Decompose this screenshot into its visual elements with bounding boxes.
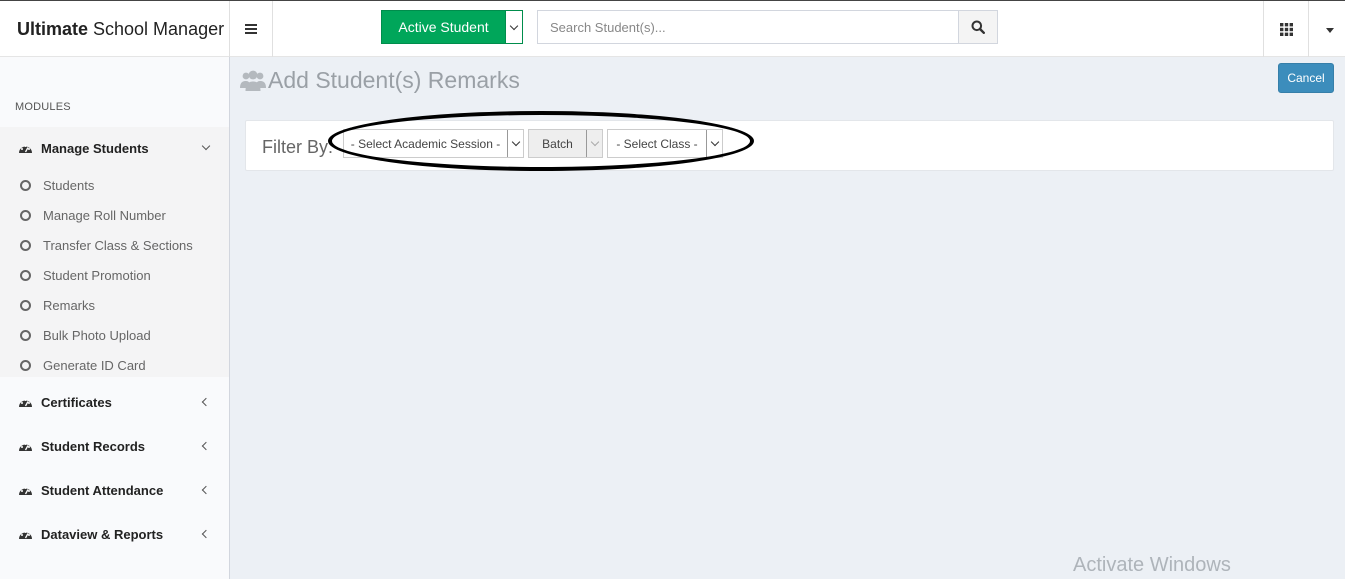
apps-menu-button[interactable]: [1263, 1, 1309, 57]
chevron-down-icon: [509, 21, 519, 30]
brand-bold: Ultimate: [17, 18, 89, 39]
sidebar-item-label: Dataview & Reports: [41, 526, 164, 542]
sidebar-item-label: Student Records: [41, 438, 146, 454]
subitem-label: Bulk Photo Upload: [43, 327, 151, 343]
sidebar-subitem-remarks[interactable]: Remarks: [20, 294, 220, 316]
windows-activation-watermark: Activate Windows: [1073, 554, 1231, 576]
filter-label: Filter By:: [262, 137, 334, 157]
sidebar-subitem-student-promotion[interactable]: Student Promotion: [20, 264, 220, 286]
search-button[interactable]: [959, 10, 998, 44]
dashboard-icon: [19, 443, 32, 451]
users-icon: [240, 70, 266, 91]
active-student-button-group: Active Student: [381, 10, 523, 44]
subitem-label: Manage Roll Number: [43, 207, 166, 223]
chevron-left-icon: [201, 529, 211, 539]
chevron-down-icon: [201, 141, 211, 151]
highlight-oval-annotation: [328, 111, 754, 171]
subitem-label: Remarks: [43, 297, 96, 313]
modules-header: MODULES: [15, 101, 71, 113]
search-input[interactable]: [537, 10, 959, 44]
sidebar-item-certificates[interactable]: Certificates: [0, 387, 229, 417]
subitem-label: Transfer Class & Sections: [43, 237, 193, 253]
circle-icon: [20, 359, 31, 371]
subitem-label: Students: [43, 177, 95, 193]
caret-down-icon: [1325, 27, 1334, 33]
page-title-text: Add Student(s) Remarks: [268, 67, 520, 93]
sidebar-subitem-generate-id-card[interactable]: Generate ID Card: [20, 354, 220, 376]
circle-icon: [20, 179, 31, 191]
sidebar: MODULES Manage Students Students Manage …: [0, 57, 230, 579]
sidebar-item-label: Certificates: [41, 394, 112, 410]
sidebar-item-dataview-reports[interactable]: Dataview & Reports: [0, 519, 229, 549]
sidebar-subitem-bulk-photo-upload[interactable]: Bulk Photo Upload: [20, 324, 220, 346]
dashboard-icon: [19, 531, 32, 539]
chevron-left-icon: [201, 397, 211, 407]
subitem-label: Generate ID Card: [43, 357, 146, 373]
user-menu-toggle[interactable]: [1310, 1, 1345, 57]
chevron-left-icon: [201, 441, 211, 451]
hamburger-icon: [245, 28, 257, 30]
sidebar-subitem-manage-roll-number[interactable]: Manage Roll Number: [20, 204, 220, 226]
sidebar-item-manage-students[interactable]: Manage Students: [0, 133, 229, 163]
cancel-button[interactable]: Cancel: [1278, 63, 1334, 93]
circle-icon: [20, 269, 31, 281]
search-icon: [971, 20, 985, 34]
page-title: Add Student(s) Remarks: [240, 67, 520, 94]
brand-logo[interactable]: Ultimate School Manager: [0, 1, 230, 57]
dashboard-icon: [19, 487, 32, 495]
sidebar-toggle-button[interactable]: [230, 1, 273, 57]
dashboard-icon: [19, 399, 32, 407]
sidebar-item-label: Manage Students: [41, 140, 149, 156]
brand-name: School Manager: [93, 18, 225, 39]
sidebar-item-label: Student Attendance: [41, 482, 164, 498]
circle-icon: [20, 329, 31, 341]
subitem-label: Student Promotion: [43, 267, 151, 283]
chevron-left-icon: [201, 485, 211, 495]
circle-icon: [20, 239, 31, 251]
student-search: [537, 10, 998, 44]
circle-icon: [20, 209, 31, 221]
sidebar-item-student-records[interactable]: Student Records: [0, 431, 229, 461]
top-navbar: Ultimate School Manager Active Student: [0, 0, 1345, 57]
grid-icon: [1279, 22, 1293, 36]
sidebar-subitem-transfer-class[interactable]: Transfer Class & Sections: [20, 234, 220, 256]
circle-icon: [20, 299, 31, 311]
dashboard-icon: [19, 145, 32, 153]
active-student-dropdown-toggle[interactable]: [506, 10, 523, 44]
active-student-button[interactable]: Active Student: [381, 10, 506, 44]
sidebar-subitem-students[interactable]: Students: [20, 174, 220, 196]
sidebar-item-student-attendance[interactable]: Student Attendance: [0, 475, 229, 505]
